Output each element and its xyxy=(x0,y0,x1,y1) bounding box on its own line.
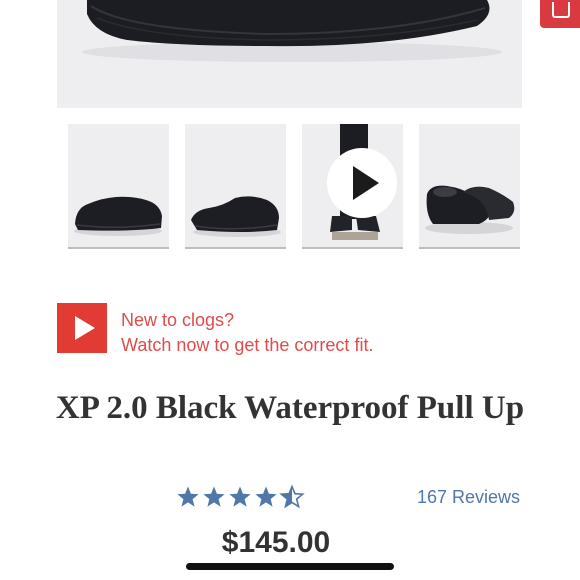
thumbnail-2[interactable] xyxy=(185,124,286,249)
star-full-icon xyxy=(229,486,251,507)
clog-pair-thumbnail-icon xyxy=(425,185,515,234)
thumbnail-1[interactable] xyxy=(68,124,169,249)
bookmark-icon xyxy=(552,2,570,18)
star-rating-icons xyxy=(177,485,304,508)
reviews-link[interactable]: 167 Reviews xyxy=(417,486,520,508)
main-product-image[interactable] xyxy=(57,0,522,108)
star-full-icon xyxy=(177,486,199,507)
thumbnail-strip xyxy=(68,124,520,250)
star-full-icon xyxy=(203,486,225,507)
star-full-icon xyxy=(255,486,277,507)
product-title: XP 2.0 Black Waterproof Pull Up xyxy=(55,390,525,426)
star-rating[interactable] xyxy=(176,484,306,510)
fit-video-line-1: New to clogs? xyxy=(121,310,235,330)
play-icon xyxy=(57,303,107,353)
thumbnail-4[interactable] xyxy=(419,124,520,249)
star-half-icon xyxy=(280,485,304,508)
home-indicator[interactable] xyxy=(186,563,394,570)
fit-video-line-2: Watch now to get the correct fit. xyxy=(121,335,374,355)
fit-video-link[interactable]: New to clogs? Watch now to get the corre… xyxy=(57,303,477,357)
clog-side-view-alt-thumbnail-icon xyxy=(191,196,281,237)
clog-side-view-thumbnail-icon xyxy=(74,196,162,236)
product-price: $145.00 xyxy=(221,526,331,559)
wishlist-badge[interactable] xyxy=(540,0,580,28)
thumbnail-video[interactable] xyxy=(302,124,403,249)
shoe-image xyxy=(82,0,502,62)
play-icon xyxy=(353,166,379,200)
video-play-button[interactable] xyxy=(327,148,397,218)
